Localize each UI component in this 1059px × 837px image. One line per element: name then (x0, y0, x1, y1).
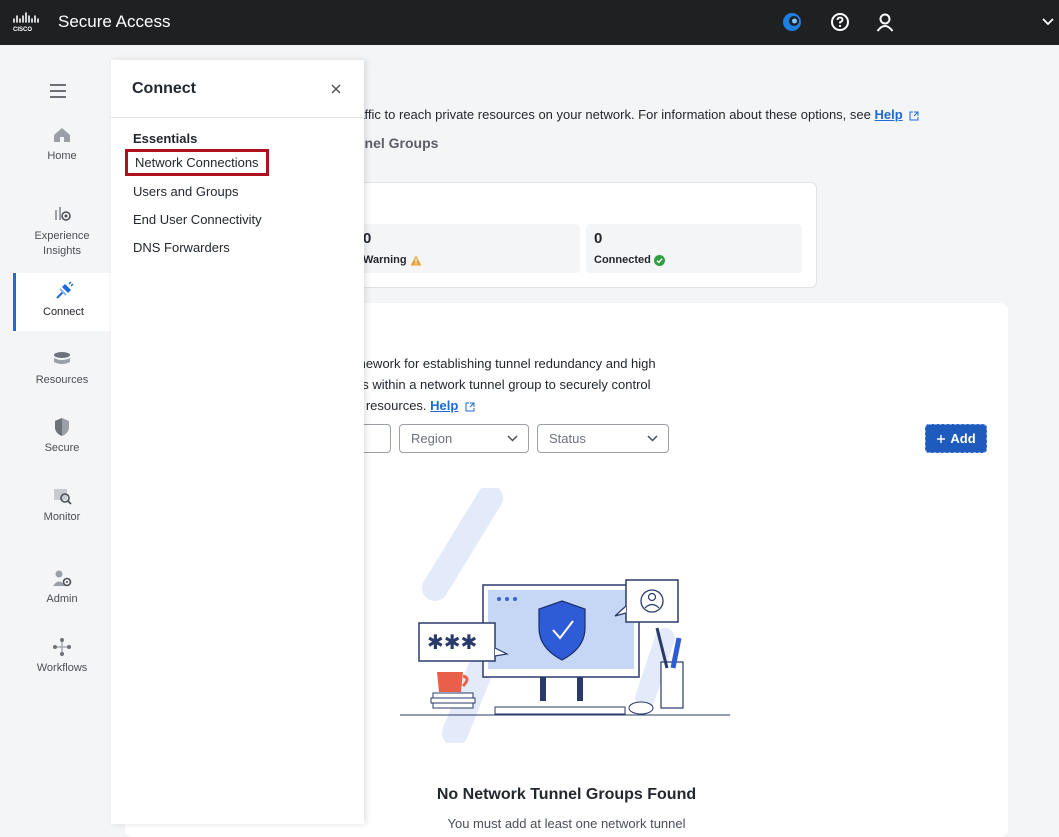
insights-icon (55, 207, 71, 221)
intro-help-link[interactable]: Help (875, 107, 903, 122)
section-title: nnel Groups (356, 135, 439, 151)
workflows-icon (53, 638, 71, 656)
nav-item-secure[interactable]: Secure (13, 416, 111, 454)
intro-text-body: raffic to reach private resources on you… (353, 107, 871, 122)
close-icon[interactable] (330, 83, 342, 95)
status-select[interactable]: Status (537, 424, 669, 453)
hamburger-menu-icon[interactable] (49, 83, 67, 99)
nav-label-home: Home (47, 150, 77, 162)
nav-label-admin: Admin (46, 593, 78, 605)
menu-item-network-connections[interactable]: Network Connections (125, 149, 269, 176)
top-bar: CISCO Secure Access (0, 0, 1059, 45)
nav-item-home[interactable]: Home (13, 124, 111, 162)
status-select-label: Status (549, 431, 586, 446)
svg-text:✱✱✱: ✱✱✱ (427, 630, 477, 654)
nav-item-workflows[interactable]: Workflows (13, 636, 111, 674)
connect-icon (55, 281, 74, 299)
flyout-divider (111, 117, 364, 118)
stat-warning-value: 0 (363, 230, 372, 247)
flyout-section-essentials: Essentials (133, 131, 198, 146)
stat-warning-label-row: Warning (363, 254, 422, 266)
flyout-title: Connect (132, 80, 196, 97)
home-icon (54, 128, 70, 142)
help-icon[interactable] (828, 10, 852, 34)
stat-connected-value: 0 (594, 230, 603, 247)
stats-card: 0 Warning 0 Connected (340, 182, 817, 288)
external-link-icon (465, 402, 475, 412)
nav-item-monitor[interactable]: Monitor (13, 485, 111, 523)
connect-flyout: Connect Essentials Network Connections U… (111, 60, 364, 824)
empty-state-illustration: ✱✱✱ (400, 488, 730, 743)
chevron-down-icon[interactable] (1036, 10, 1059, 34)
stat-connected: 0 Connected (586, 224, 802, 273)
stat-connected-label: Connected (594, 254, 651, 266)
stat-warning: 0 Warning (355, 224, 580, 273)
nav-label-monitor: Monitor (43, 511, 81, 523)
resources-icon (54, 352, 70, 364)
stat-warning-label: Warning (363, 254, 407, 266)
add-button-label: Add (950, 431, 976, 446)
svg-text:CISCO: CISCO (13, 27, 32, 33)
description-line-2: ps within a network tunnel group to secu… (355, 377, 651, 392)
plus-icon (937, 434, 946, 443)
description-line-1: mework for establishing tunnel redundanc… (355, 356, 656, 371)
nav-label-experience-insights: Experience Insights (34, 230, 90, 257)
menu-item-end-user-connectivity[interactable]: End User Connectivity (133, 212, 262, 227)
nav-item-connect[interactable]: Connect (13, 273, 111, 331)
menu-item-dns-forwarders[interactable]: DNS Forwarders (133, 240, 230, 255)
external-link-icon (909, 111, 919, 121)
nav-label-secure: Secure (44, 442, 80, 454)
nav-item-experience-insights[interactable]: Experience Insights (13, 203, 111, 259)
nav-label-connect: Connect (43, 306, 84, 318)
cisco-logo: CISCO (13, 12, 39, 33)
check-circle-icon (653, 254, 665, 266)
description-help-link[interactable]: Help (430, 398, 458, 413)
region-select-label: Region (411, 431, 453, 446)
stat-connected-label-row: Connected (594, 254, 665, 266)
nav-item-admin[interactable]: Admin (13, 567, 111, 605)
monitor-icon (54, 489, 72, 505)
description-line-3-row: e resources. Help (355, 395, 685, 416)
user-icon[interactable] (873, 10, 897, 34)
assistant-icon[interactable] (780, 10, 804, 34)
warning-icon (410, 255, 422, 265)
admin-icon (53, 570, 72, 587)
app-title: Secure Access (58, 12, 171, 31)
add-button[interactable]: Add (925, 424, 987, 453)
description: mework for establishing tunnel redundanc… (355, 353, 685, 416)
shield-icon (55, 418, 69, 436)
intro-text: raffic to reach private resources on you… (353, 107, 919, 122)
nav-label-workflows: Workflows (36, 662, 88, 674)
chevron-down-icon (507, 435, 518, 442)
description-line-3: e resources. (355, 398, 427, 413)
nav-item-resources[interactable]: Resources (13, 348, 111, 386)
nav-label-resources: Resources (35, 374, 89, 386)
chevron-down-icon (647, 435, 658, 442)
menu-item-users-and-groups[interactable]: Users and Groups (133, 184, 239, 199)
region-select[interactable]: Region (399, 424, 529, 453)
